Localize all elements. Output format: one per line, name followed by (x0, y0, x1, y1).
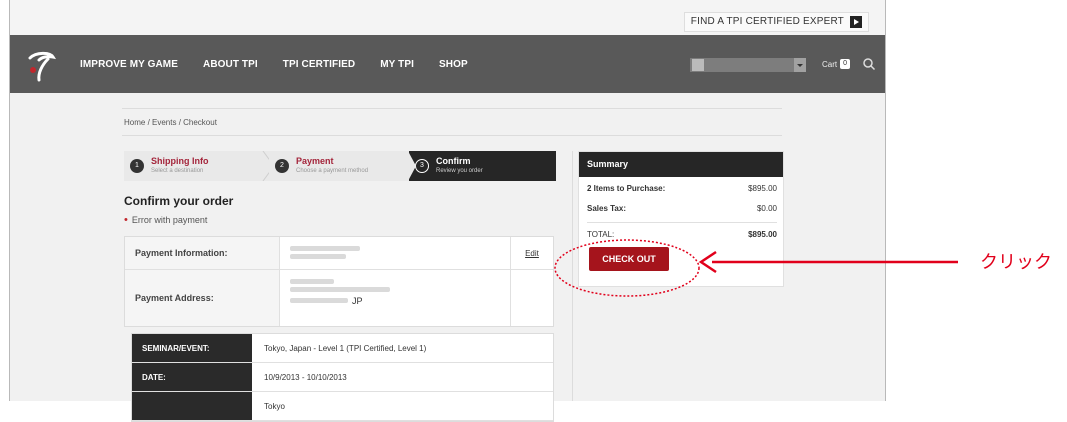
event-table: SEMINAR/EVENT: Tokyo, Japan - Level 1 (T… (131, 333, 554, 422)
summary-items-row: 2 Items to Purchase: $895.00 (587, 184, 777, 193)
nav-shop[interactable]: SHOP (439, 59, 468, 70)
divider (587, 222, 777, 223)
step-arrow-icon (408, 151, 416, 181)
total-label: TOTAL: (587, 230, 615, 239)
nav-about-tpi[interactable]: ABOUT TPI (203, 59, 258, 70)
nav-tpi-certified[interactable]: TPI CERTIFIED (283, 59, 355, 70)
payment-info-value (280, 237, 511, 269)
blurred-text (290, 298, 348, 303)
step-number: 2 (275, 159, 289, 173)
tpi-logo-icon (28, 51, 57, 82)
column-divider (572, 151, 573, 401)
top-strip: FIND A TPI CERTIFIED EXPERT (10, 0, 885, 35)
find-expert-label: FIND A TPI CERTIFIED EXPERT (690, 16, 844, 27)
empty-cell (511, 270, 553, 326)
play-icon (850, 16, 862, 28)
order-summary: Summary 2 Items to Purchase: $895.00 Sal… (578, 151, 784, 287)
blurred-text (290, 254, 346, 259)
payment-address-label: Payment Address: (125, 270, 280, 326)
find-expert-button[interactable]: FIND A TPI CERTIFIED EXPERT (683, 12, 869, 32)
nav-menu: IMPROVE MY GAME ABOUT TPI TPI CERTIFIED … (80, 35, 468, 93)
summary-title: Summary (579, 152, 783, 177)
divider (122, 135, 782, 136)
cart-count-badge: 0 (840, 59, 851, 69)
avatar (692, 59, 704, 71)
row-value: Tokyo, Japan - Level 1 (TPI Certified, L… (264, 343, 427, 353)
search-icon[interactable] (862, 57, 876, 71)
blurred-text (290, 287, 390, 292)
checkout-button[interactable]: CHECK OUT (589, 247, 669, 271)
page-title: Confirm your order (124, 194, 234, 208)
nav-improve-my-game[interactable]: IMPROVE MY GAME (80, 59, 178, 70)
step-title: Payment (296, 156, 334, 166)
divider (122, 108, 782, 109)
step-subtitle: Choose a payment method (296, 168, 369, 174)
cart-link[interactable]: Cart 0 (822, 59, 851, 69)
total-value: $895.00 (748, 230, 777, 239)
checkout-steps: 1 Shipping Info Select a destination 2 P… (124, 151, 556, 181)
chevron-down-icon (794, 58, 806, 72)
tax-value: $0.00 (756, 204, 777, 213)
step-confirm[interactable]: 3 Confirm Review you order (409, 151, 556, 181)
breadcrumb[interactable]: Home / Events / Checkout (124, 118, 217, 127)
row-label (132, 392, 252, 420)
step-title: Confirm (436, 156, 471, 166)
payment-info-label: Payment Information: (125, 237, 280, 269)
summary-tax-row: Sales Tax: $0.00 (587, 204, 777, 213)
cart-label: Cart (822, 59, 838, 69)
step-shipping-info[interactable]: 1 Shipping Info Select a destination (124, 151, 269, 181)
tax-label: Sales Tax: (587, 204, 626, 213)
row-label: SEMINAR/EVENT: (132, 334, 252, 362)
main-navbar: IMPROVE MY GAME ABOUT TPI TPI CERTIFIED … (10, 35, 885, 93)
row-value: 10/9/2013 - 10/10/2013 (264, 372, 347, 382)
step-number: 1 (130, 159, 144, 173)
row-value: Tokyo (264, 401, 285, 411)
click-annotation-label: クリック (980, 252, 1052, 273)
step-subtitle: Select a destination (151, 168, 204, 174)
summary-total-row: TOTAL: $895.00 (587, 230, 777, 239)
table-row: SEMINAR/EVENT: Tokyo, Japan - Level 1 (T… (132, 334, 553, 363)
items-label: 2 Items to Purchase: (587, 184, 666, 193)
table-row: DATE: 10/9/2013 - 10/10/2013 (132, 363, 553, 392)
step-title: Shipping Info (151, 156, 209, 166)
checkout-content: Home / Events / Checkout 1 Shipping Info… (122, 93, 784, 422)
nav-my-tpi[interactable]: MY TPI (380, 59, 414, 70)
step-subtitle: Review you order (436, 168, 483, 174)
error-message: • Error with payment (124, 214, 207, 226)
user-account-dropdown[interactable] (690, 58, 806, 72)
step-payment[interactable]: 2 Payment Choose a payment method (269, 151, 409, 181)
country-code: JP (352, 295, 363, 306)
items-value: $895.00 (748, 184, 777, 193)
table-row: Tokyo (132, 392, 553, 421)
blurred-text (290, 246, 360, 251)
payment-table: Payment Information: Edit Payment Addres… (124, 236, 554, 327)
row-label: DATE: (132, 363, 252, 391)
payment-info-row: Payment Information: Edit (125, 237, 553, 270)
payment-address-row: Payment Address: JP (125, 270, 553, 326)
error-text: Error with payment (131, 215, 208, 225)
payment-address-value: JP (280, 270, 511, 326)
edit-link[interactable]: Edit (511, 237, 553, 269)
blurred-text (290, 279, 334, 284)
error-bullet-icon: • (124, 214, 128, 226)
